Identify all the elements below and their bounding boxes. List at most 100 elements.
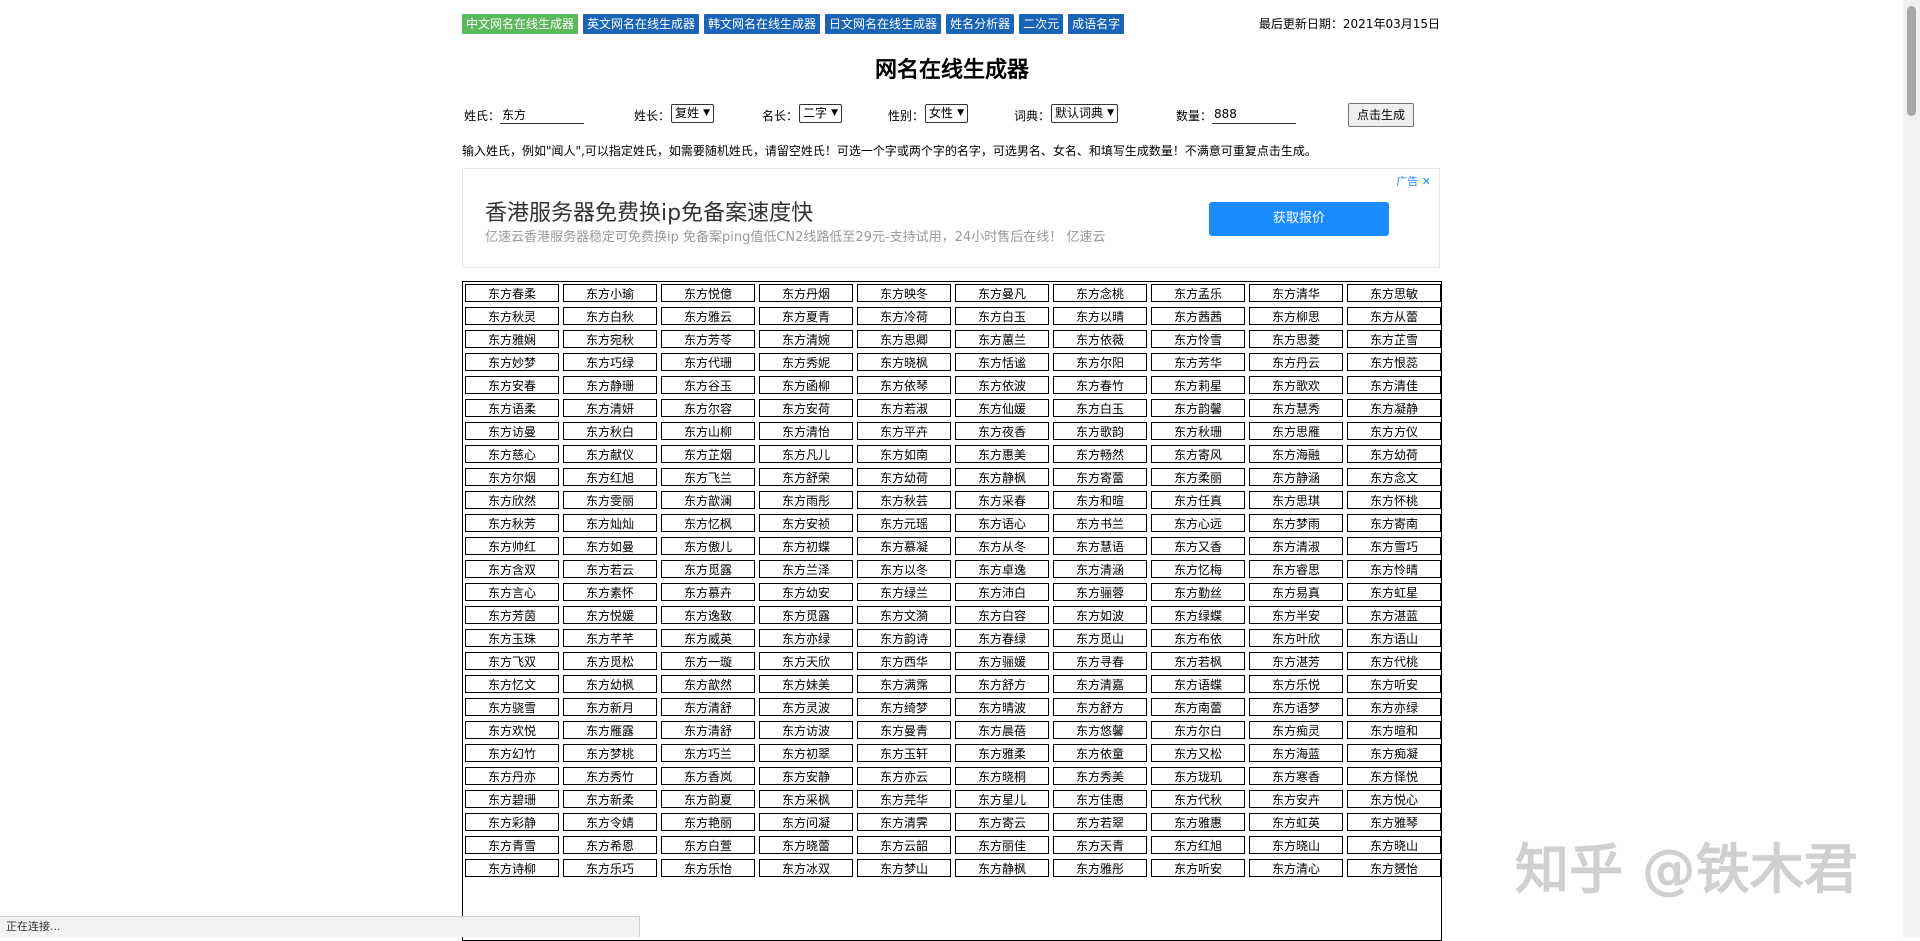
name-cell[interactable]: 东方香岚 xyxy=(661,767,755,785)
name-cell[interactable]: 东方骁雪 xyxy=(465,698,559,716)
name-cell[interactable]: 东方勤丝 xyxy=(1151,583,1245,601)
name-cell[interactable]: 东方慧秀 xyxy=(1249,399,1343,417)
name-cell[interactable]: 东方怿悦 xyxy=(1347,767,1441,785)
name-cell[interactable]: 东方欢悦 xyxy=(465,721,559,739)
name-cell[interactable]: 东方夜香 xyxy=(955,422,1049,440)
name-cell[interactable]: 东方威英 xyxy=(661,629,755,647)
name-cell[interactable]: 东方初翠 xyxy=(759,744,853,762)
name-cell[interactable]: 东方觅松 xyxy=(563,652,657,670)
name-cell[interactable]: 东方文漪 xyxy=(857,606,951,624)
name-cell[interactable]: 东方亦云 xyxy=(857,767,951,785)
name-cell[interactable]: 东方孟乐 xyxy=(1151,284,1245,302)
name-cell[interactable]: 东方梦桃 xyxy=(563,744,657,762)
name-cell[interactable]: 东方凝静 xyxy=(1347,399,1441,417)
name-cell[interactable]: 东方雅柔 xyxy=(955,744,1049,762)
name-cell[interactable]: 东方亦绿 xyxy=(759,629,853,647)
name-cell[interactable]: 东方又松 xyxy=(1151,744,1245,762)
name-cell[interactable]: 东方秋白 xyxy=(563,422,657,440)
name-cell[interactable]: 东方寄南 xyxy=(1347,514,1441,532)
name-cell[interactable]: 东方叶欣 xyxy=(1249,629,1343,647)
name-cell[interactable]: 东方新柔 xyxy=(563,790,657,808)
name-cell[interactable]: 东方海蓝 xyxy=(1249,744,1343,762)
name-cell[interactable]: 东方惠美 xyxy=(955,445,1049,463)
name-cell[interactable]: 东方丹亦 xyxy=(465,767,559,785)
name-cell[interactable]: 东方白容 xyxy=(955,606,1049,624)
name-cell[interactable]: 东方乐巧 xyxy=(563,859,657,877)
name-cell[interactable]: 东方依波 xyxy=(955,376,1049,394)
name-cell[interactable]: 东方兰泽 xyxy=(759,560,853,578)
name-cell[interactable]: 东方秀竹 xyxy=(563,767,657,785)
name-cell[interactable]: 东方清妍 xyxy=(563,399,657,417)
nav-link[interactable]: 英文网名在线生成器 xyxy=(583,14,700,34)
name-cell[interactable]: 东方妹美 xyxy=(759,675,853,693)
name-cell[interactable]: 东方痴灵 xyxy=(1249,721,1343,739)
name-cell[interactable]: 东方清心 xyxy=(1249,859,1343,877)
name-cell[interactable]: 东方怜雪 xyxy=(1151,330,1245,348)
name-cell[interactable]: 东方秀美 xyxy=(1053,767,1147,785)
name-cell[interactable]: 东方天青 xyxy=(1053,836,1147,854)
name-cell[interactable]: 东方清舒 xyxy=(661,698,755,716)
nav-link[interactable]: 中文网名在线生成器 xyxy=(462,14,579,34)
name-cell[interactable]: 东方静涵 xyxy=(1249,468,1343,486)
surname-length-select[interactable]: 复姓 ▼ xyxy=(671,104,715,123)
name-cell[interactable]: 东方半安 xyxy=(1249,606,1343,624)
name-cell[interactable]: 东方飞双 xyxy=(465,652,559,670)
nav-link[interactable]: 韩文网名在线生成器 xyxy=(704,14,821,34)
name-cell[interactable]: 东方安荷 xyxy=(759,399,853,417)
name-cell[interactable]: 东方幼荷 xyxy=(1347,445,1441,463)
name-cell[interactable]: 东方白玉 xyxy=(1053,399,1147,417)
name-cell[interactable]: 东方绿蝶 xyxy=(1151,606,1245,624)
name-cell[interactable]: 东方映冬 xyxy=(857,284,951,302)
name-cell[interactable]: 东方以晴 xyxy=(1053,307,1147,325)
name-cell[interactable]: 东方春柔 xyxy=(465,284,559,302)
name-cell[interactable]: 东方忆枫 xyxy=(661,514,755,532)
name-cell[interactable]: 东方依童 xyxy=(1053,744,1147,762)
name-cell[interactable]: 东方清淑 xyxy=(1249,537,1343,555)
name-cell[interactable]: 东方秋灵 xyxy=(465,307,559,325)
name-cell[interactable]: 东方白秋 xyxy=(563,307,657,325)
name-cell[interactable]: 东方清华 xyxy=(1249,284,1343,302)
name-cell[interactable]: 东方白玉 xyxy=(955,307,1049,325)
name-cell[interactable]: 东方玉珠 xyxy=(465,629,559,647)
name-cell[interactable]: 东方芷雪 xyxy=(1347,330,1441,348)
name-cell[interactable]: 东方若枫 xyxy=(1151,652,1245,670)
name-cell[interactable]: 东方函柳 xyxy=(759,376,853,394)
name-cell[interactable]: 东方白萱 xyxy=(661,836,755,854)
name-cell[interactable]: 东方帅红 xyxy=(465,537,559,555)
name-cell[interactable]: 东方依薇 xyxy=(1053,330,1147,348)
name-cell[interactable]: 东方幼安 xyxy=(759,583,853,601)
name-cell[interactable]: 东方雅云 xyxy=(661,307,755,325)
name-cell[interactable]: 东方新月 xyxy=(563,698,657,716)
name-cell[interactable]: 东方代珊 xyxy=(661,353,755,371)
name-cell[interactable]: 东方易真 xyxy=(1249,583,1343,601)
name-cell[interactable]: 东方彩静 xyxy=(465,813,559,831)
name-cell[interactable]: 东方晓山 xyxy=(1347,836,1441,854)
name-cell[interactable]: 东方丹云 xyxy=(1249,353,1343,371)
name-cell[interactable]: 东方春绿 xyxy=(955,629,1049,647)
name-cell[interactable]: 东方满霈 xyxy=(857,675,951,693)
nav-link[interactable]: 成语名字 xyxy=(1068,14,1125,34)
name-cell[interactable]: 东方听安 xyxy=(1151,859,1245,877)
name-cell[interactable]: 东方幻竹 xyxy=(465,744,559,762)
name-cell[interactable]: 东方寄云 xyxy=(955,813,1049,831)
name-cell[interactable]: 东方睿思 xyxy=(1249,560,1343,578)
name-cell[interactable]: 东方雁露 xyxy=(563,721,657,739)
name-cell[interactable]: 东方韵夏 xyxy=(661,790,755,808)
name-cell[interactable]: 东方如曼 xyxy=(563,537,657,555)
nav-link[interactable]: 日文网名在线生成器 xyxy=(825,14,942,34)
page-scrollbar[interactable] xyxy=(1903,0,1920,937)
name-cell[interactable]: 东方安祯 xyxy=(759,514,853,532)
ad-banner[interactable]: 香港服务器免费换ip免备案速度快 亿速云香港服务器稳定可免费换ip 免备案pin… xyxy=(462,168,1440,268)
name-cell[interactable]: 东方凡儿 xyxy=(759,445,853,463)
name-cell[interactable]: 东方如波 xyxy=(1053,606,1147,624)
name-cell[interactable]: 东方亦绿 xyxy=(1347,698,1441,716)
name-cell[interactable]: 东方芳华 xyxy=(1151,353,1245,371)
name-cell[interactable]: 东方访曼 xyxy=(465,422,559,440)
name-cell[interactable]: 东方语柔 xyxy=(465,399,559,417)
name-cell[interactable]: 东方谷玉 xyxy=(661,376,755,394)
generate-button[interactable]: 点击生成 xyxy=(1348,103,1415,127)
name-cell[interactable]: 东方暄和 xyxy=(1347,721,1441,739)
name-cell[interactable]: 东方韵馨 xyxy=(1151,399,1245,417)
name-cell[interactable]: 东方夏青 xyxy=(759,307,853,325)
name-cell[interactable]: 东方诗柳 xyxy=(465,859,559,877)
